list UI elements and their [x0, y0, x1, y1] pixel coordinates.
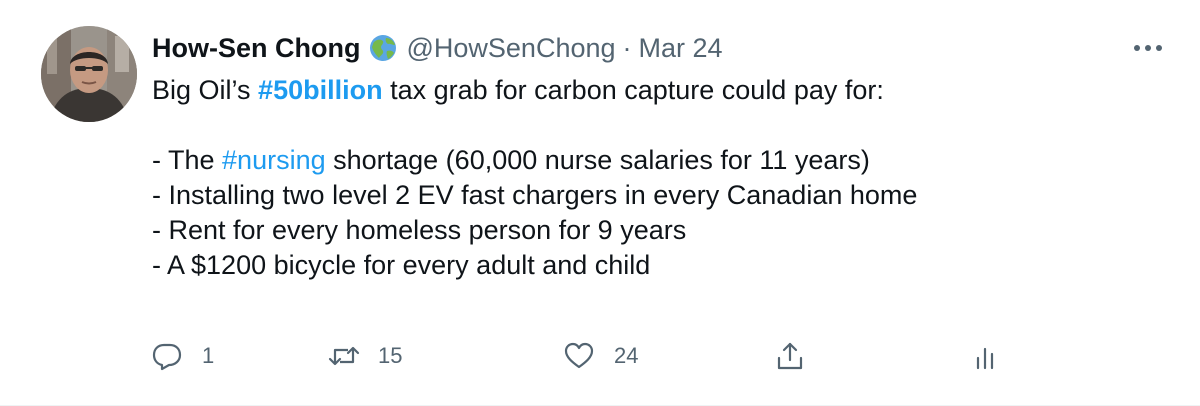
tweet-actions: 1 15 24: [152, 336, 1012, 376]
hashtag-link[interactable]: #nursing: [222, 145, 326, 175]
tweet-date[interactable]: Mar 24: [639, 30, 723, 66]
reply-icon: [152, 341, 182, 371]
tweet-line-1-text-after: tax grab for carbon capture could pay fo…: [382, 75, 884, 105]
tweet-text: Big Oil’s #50billion tax grab for carbon…: [152, 73, 1162, 283]
tweet-line-5: - Rent for every homeless person for 9 y…: [152, 215, 687, 245]
ellipsis-icon[interactable]: [1130, 36, 1166, 60]
like-count: 24: [614, 343, 639, 368]
analytics-button[interactable]: [970, 336, 1000, 376]
author-display-name[interactable]: How-Sen Chong: [152, 30, 360, 66]
reply-count: 1: [202, 343, 215, 368]
tweet-line-4: - Installing two level 2 EV fast charger…: [152, 180, 918, 210]
hashtag-link[interactable]: #50billion: [258, 75, 383, 105]
like-button[interactable]: 24: [564, 336, 638, 376]
tweet-line-3-text-after: shortage (60,000 nurse salaries for 11 y…: [325, 145, 870, 175]
share-button[interactable]: [775, 336, 805, 376]
share-icon: [775, 341, 805, 371]
tweet-line-1-text-before: Big Oil’s: [152, 75, 259, 105]
reply-button[interactable]: 1: [152, 336, 214, 376]
author-handle[interactable]: @HowSenChong: [406, 30, 615, 66]
avatar-photo: [41, 26, 137, 122]
tweet-header: How-Sen Chong @HowSenChong · Mar 24: [152, 30, 723, 66]
heart-icon: [564, 341, 594, 371]
analytics-icon: [970, 341, 1000, 371]
retweet-button[interactable]: 15: [328, 336, 402, 376]
avatar[interactable]: [41, 26, 137, 122]
tweet-line-3: - The #nursing shortage (60,000 nurse sa…: [152, 143, 1162, 178]
tweet-line-3-text-before: - The: [152, 145, 223, 175]
retweet-count: 15: [378, 343, 403, 368]
tweet-line-6: - A $1200 bicycle for every adult and ch…: [152, 250, 651, 280]
tweet-line-1: Big Oil’s #50billion tax grab for carbon…: [152, 73, 1162, 108]
header-separator: ·: [622, 33, 632, 63]
tweet-card[interactable]: How-Sen Chong @HowSenChong · Mar 24 Big …: [0, 0, 1200, 406]
retweet-icon: [328, 341, 360, 371]
globe-americas-icon: [368, 33, 398, 63]
